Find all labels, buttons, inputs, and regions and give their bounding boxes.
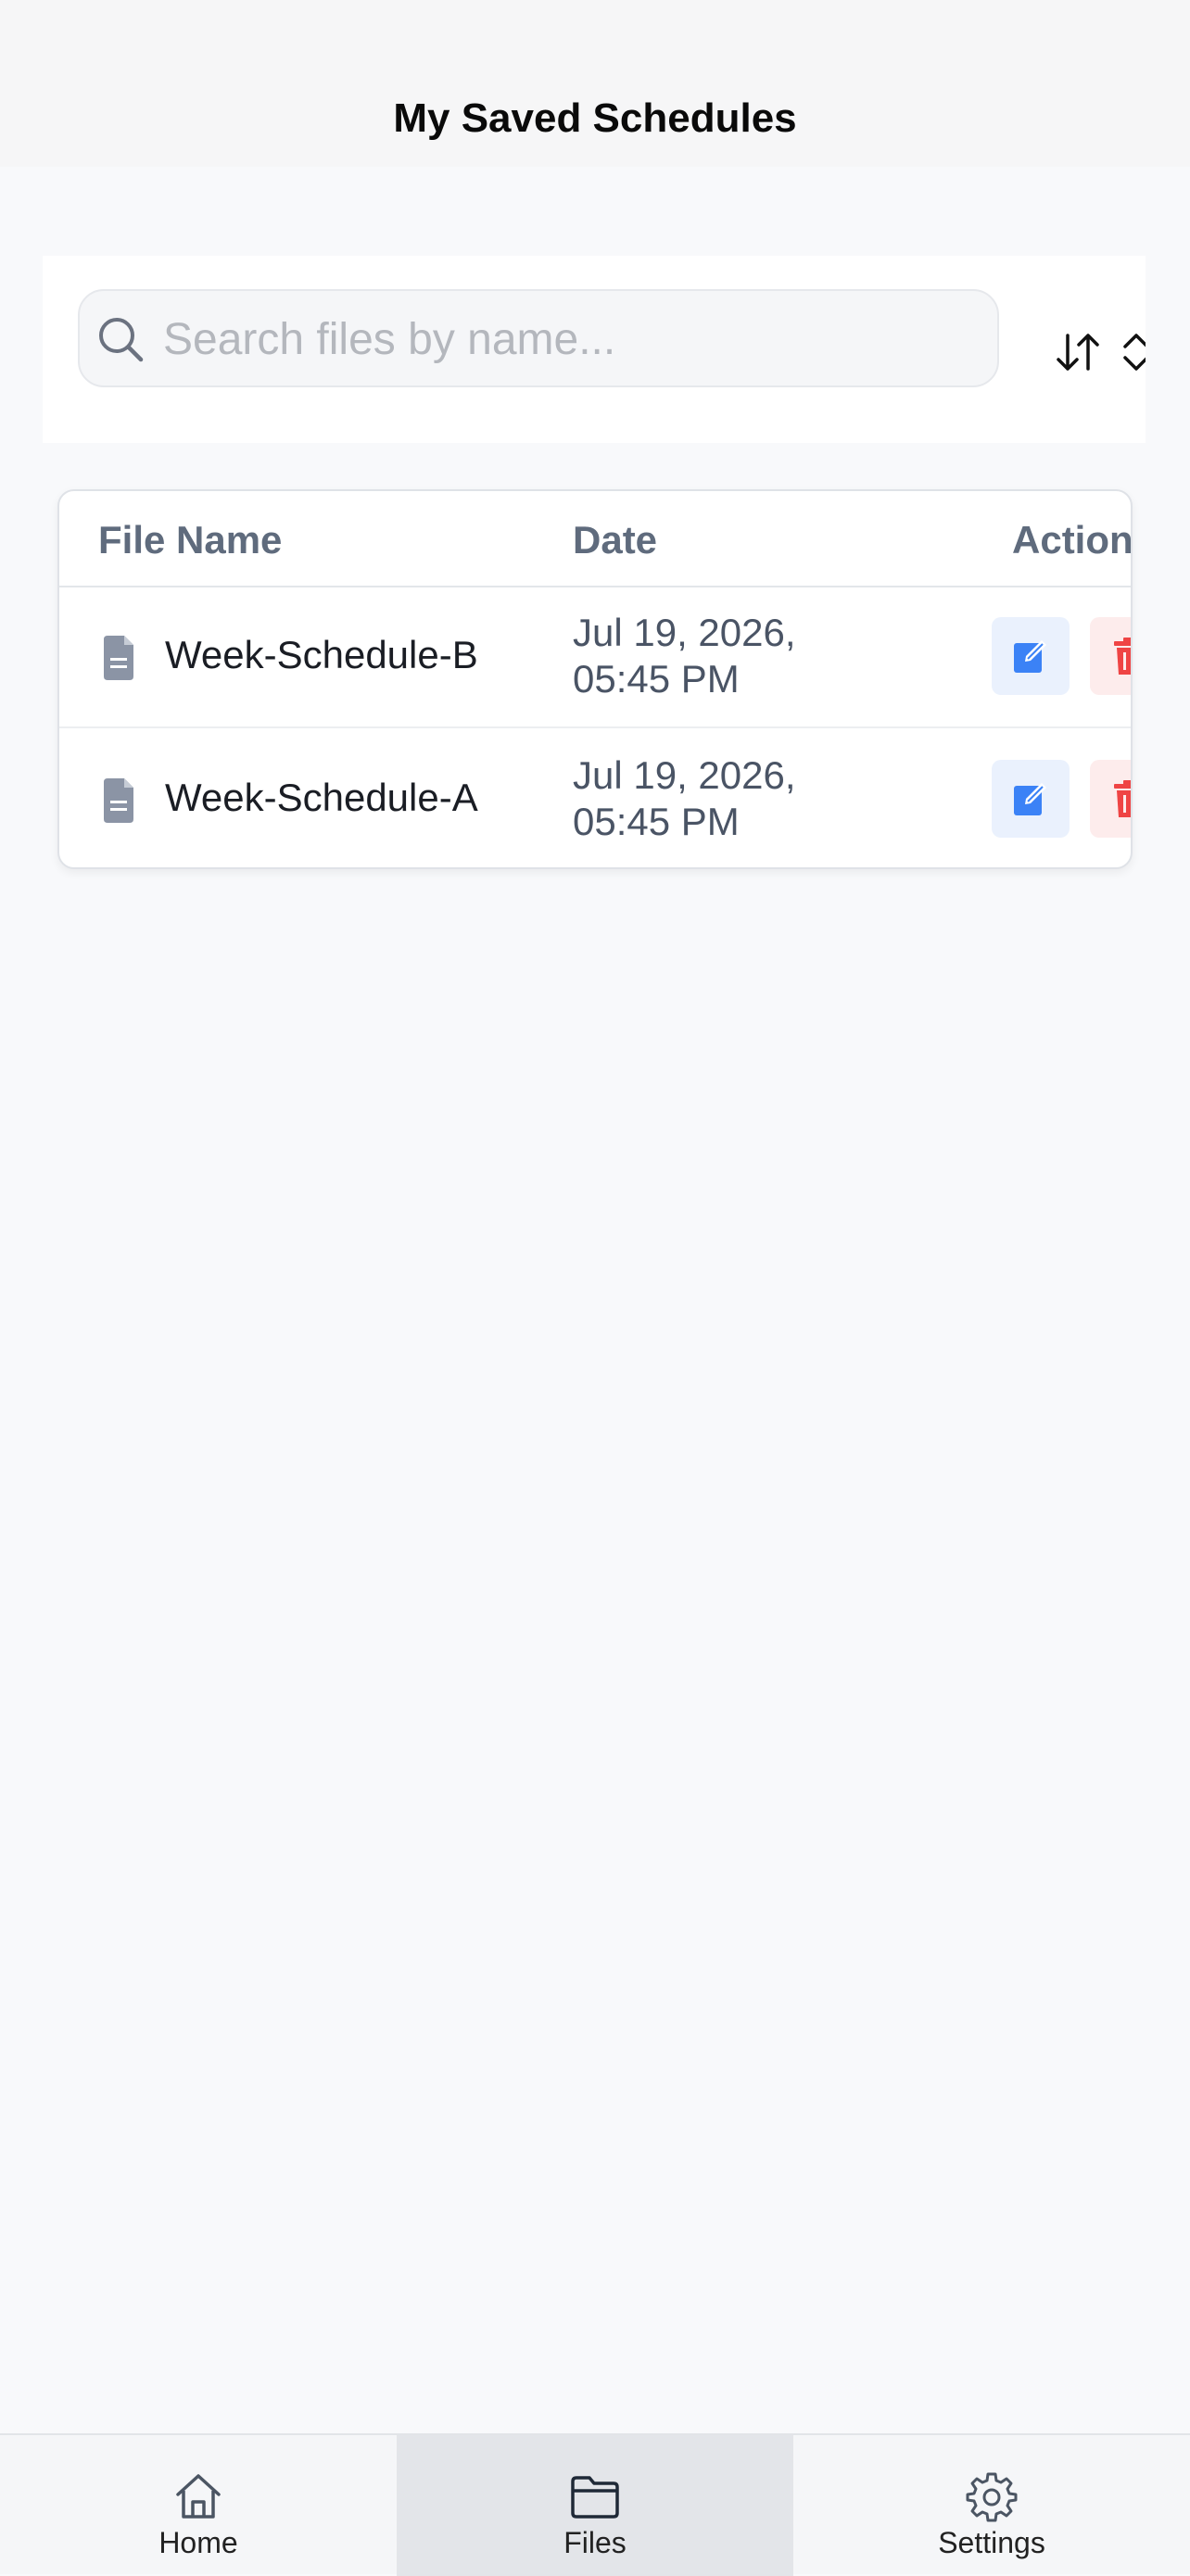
search-panel <box>43 256 1146 443</box>
sort-icon[interactable] <box>1055 328 1103 376</box>
table-row[interactable]: Week-Schedule-A Jul 19, 2026, 05:45 PM <box>59 726 1131 867</box>
column-header-file-name[interactable]: File Name <box>98 517 282 563</box>
gear-icon <box>966 2472 1018 2522</box>
trash-icon <box>1114 780 1131 817</box>
nav-label: Home <box>158 2526 238 2559</box>
search-input[interactable] <box>161 304 981 374</box>
folder-icon <box>571 2476 619 2519</box>
edit-button[interactable] <box>992 760 1070 838</box>
nav-label: Files <box>563 2526 627 2559</box>
edit-icon <box>1014 640 1046 673</box>
bottom-nav: Home Files Settings <box>0 2433 1190 2576</box>
delete-button[interactable] <box>1090 760 1131 838</box>
chevron-up-down-icon[interactable] <box>1118 328 1146 376</box>
edit-icon <box>1014 783 1046 815</box>
delete-button[interactable] <box>1090 617 1131 695</box>
table-header: File Name Date Actions <box>59 491 1133 587</box>
table-row[interactable]: Week-Schedule-B Jul 19, 2026, 05:45 PM <box>59 586 1131 726</box>
edit-button[interactable] <box>992 617 1070 695</box>
nav-item-files[interactable]: Files <box>397 2435 793 2576</box>
page-title: My Saved Schedules <box>393 95 797 141</box>
nav-item-settings[interactable]: Settings <box>793 2435 1190 2576</box>
file-date: Jul 19, 2026, 05:45 PM <box>573 611 796 701</box>
file-name[interactable]: Week-Schedule-B <box>165 632 478 678</box>
nav-label: Settings <box>938 2526 1045 2559</box>
file-name[interactable]: Week-Schedule-A <box>165 775 478 821</box>
files-table: File Name Date Actions Week-Schedule-B J… <box>57 489 1133 869</box>
nav-item-home[interactable]: Home <box>0 2435 397 2576</box>
home-icon <box>176 2474 221 2519</box>
search-box[interactable] <box>78 289 999 387</box>
app-header: My Saved Schedules <box>0 0 1190 167</box>
file-icon <box>104 778 133 823</box>
search-icon <box>99 318 144 362</box>
column-header-actions: Actions <box>1012 518 1133 562</box>
column-header-date[interactable]: Date <box>573 517 657 563</box>
file-icon <box>104 636 133 680</box>
file-date: Jul 19, 2026, 05:45 PM <box>573 753 796 843</box>
trash-icon <box>1114 638 1131 675</box>
